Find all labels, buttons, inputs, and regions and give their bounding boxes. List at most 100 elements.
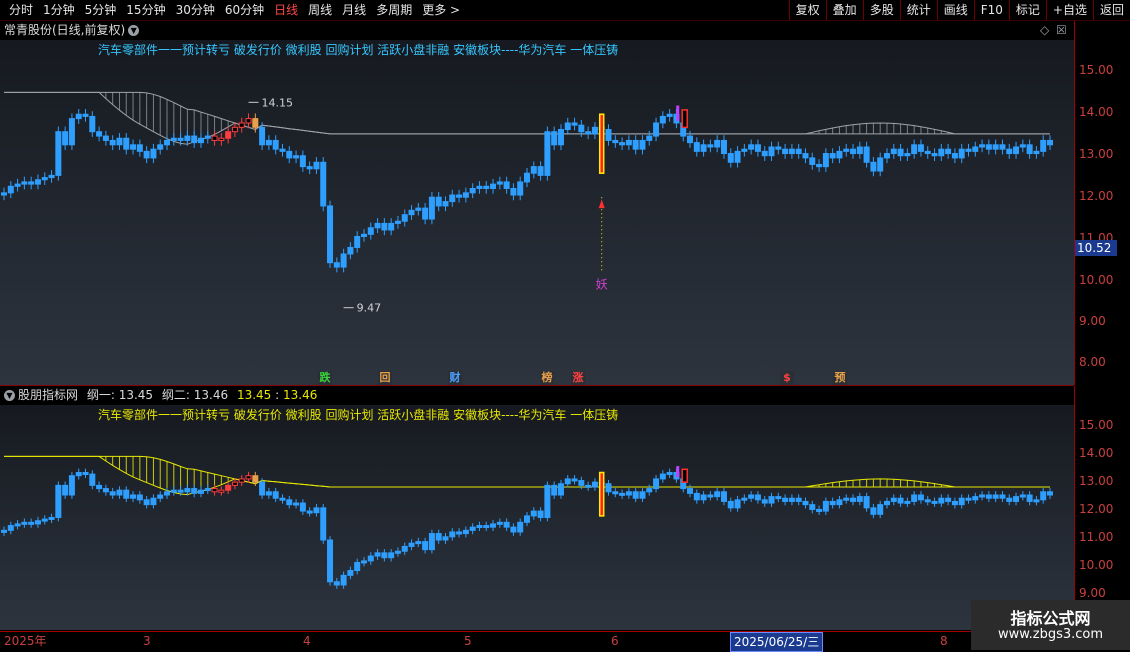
- candle-body: [530, 510, 537, 517]
- date-tick: 4: [303, 634, 311, 648]
- price-tick: 14.00: [1079, 105, 1114, 119]
- stock-title[interactable]: 常青股份(日线,前复权) ▼: [4, 21, 140, 39]
- date-tick: 8: [940, 634, 948, 648]
- period-tab-3[interactable]: 15分钟: [121, 0, 170, 20]
- candle-body: [503, 181, 510, 189]
- candle-body: [863, 146, 870, 163]
- action-button-4[interactable]: 画线: [936, 0, 974, 20]
- period-tab-9[interactable]: 多周期: [371, 0, 417, 20]
- candle-body: [130, 494, 137, 499]
- action-button-0[interactable]: 复权: [788, 0, 826, 20]
- candle-body: [191, 135, 198, 144]
- candle-body: [985, 144, 992, 150]
- close-icon[interactable]: ☒: [1056, 21, 1067, 39]
- crosshair-date: 2025/06/25/三: [730, 632, 824, 652]
- candle-body: [850, 148, 857, 155]
- candle-body: [945, 148, 952, 155]
- candle-body: [809, 157, 816, 165]
- candle-body: [707, 144, 714, 148]
- candle-body: [585, 131, 592, 135]
- candle-body: [1040, 139, 1047, 152]
- candle-body: [313, 161, 320, 170]
- up-arrow-icon: [598, 199, 605, 209]
- candle-body: [259, 481, 266, 496]
- candle-body: [34, 179, 41, 185]
- candle-body: [490, 523, 497, 528]
- candle-body: [408, 209, 415, 216]
- action-button-8[interactable]: 返回: [1092, 0, 1130, 20]
- event-badge[interactable]: 预: [833, 371, 847, 385]
- candle-body: [150, 148, 157, 159]
- event-badge[interactable]: 财: [448, 371, 462, 385]
- indicator-line2-label: 纲二: 13.46: [161, 388, 229, 402]
- candle-body: [1, 192, 7, 196]
- chevron-down-icon[interactable]: ▼: [4, 390, 15, 401]
- price-tick: 14.00: [1079, 446, 1114, 460]
- candle-body: [327, 539, 334, 583]
- action-button-2[interactable]: 多股: [862, 0, 900, 20]
- main-candlestick-chart[interactable]: 14.15 9.47 妖: [0, 40, 1074, 385]
- candle-body: [768, 146, 775, 157]
- pane-divider[interactable]: [0, 385, 1074, 386]
- event-badge[interactable]: 涨: [571, 371, 585, 385]
- period-tab-2[interactable]: 5分钟: [80, 0, 122, 20]
- diamond-icon[interactable]: ◇: [1040, 21, 1049, 39]
- candle-body: [965, 148, 972, 152]
- candle-body: [897, 148, 904, 157]
- candle-body: [388, 222, 395, 231]
- candle-body: [130, 144, 137, 150]
- event-badge[interactable]: 榜: [540, 371, 554, 385]
- candle-body: [1, 529, 7, 533]
- period-tab-7[interactable]: 周线: [303, 0, 337, 20]
- candle-body: [883, 153, 890, 159]
- candle-body: [510, 187, 517, 196]
- period-tab-4[interactable]: 30分钟: [171, 0, 220, 20]
- candle-body: [768, 496, 775, 504]
- candle-body: [972, 496, 979, 501]
- period-tab-0[interactable]: 分时: [4, 0, 38, 20]
- candle-body: [360, 560, 367, 564]
- candle-body: [347, 570, 354, 576]
- candle-body: [82, 113, 89, 117]
- period-tab-1[interactable]: 1分钟: [38, 0, 80, 20]
- candle-body: [870, 507, 877, 515]
- candle-body: [109, 139, 116, 146]
- candle-body: [544, 484, 551, 518]
- indicator-chart[interactable]: [0, 405, 1074, 630]
- period-tab-6[interactable]: 日线: [269, 0, 303, 20]
- candle-body: [136, 144, 143, 152]
- chevron-down-icon[interactable]: ▼: [128, 25, 140, 36]
- action-button-6[interactable]: 标记: [1008, 0, 1046, 20]
- lower-band-line: [4, 455, 1050, 496]
- candle-body: [632, 139, 639, 150]
- period-tab-5[interactable]: 60分钟: [220, 0, 269, 20]
- candle-body: [184, 488, 191, 493]
- watermark-url: www.zbgs3.com: [997, 627, 1104, 642]
- action-button-3[interactable]: 统计: [899, 0, 937, 20]
- period-tab-8[interactable]: 月线: [337, 0, 371, 20]
- candle-body: [75, 113, 82, 120]
- event-badge[interactable]: 回: [378, 371, 392, 385]
- candle-body: [591, 126, 598, 135]
- action-button-5[interactable]: F10: [973, 0, 1009, 20]
- candle-body: [116, 137, 123, 146]
- action-button-7[interactable]: +自选: [1045, 0, 1093, 20]
- candle-body: [449, 531, 456, 538]
- event-badge[interactable]: 跌: [318, 371, 332, 385]
- action-button-1[interactable]: 叠加: [825, 0, 863, 20]
- candle-body: [225, 484, 232, 491]
- candle-body: [374, 222, 381, 229]
- candle-body: [354, 562, 361, 572]
- candle-body: [1047, 139, 1053, 146]
- indicator-header: ▼ 股朋指标网 纲一: 13.45 纲二: 13.46 13.45 : 13.46: [0, 386, 1074, 404]
- concept-tags: 汽车零部件一一预计转亏 破发行价 微利股 回购计划 活跃小盘非融 安徽板块---…: [98, 43, 619, 57]
- candle-body: [890, 497, 897, 502]
- indicator-title[interactable]: ▼ 股朋指标网 纲一: 13.45 纲二: 13.46 13.45 : 13.46: [4, 386, 317, 404]
- candle-body: [197, 489, 204, 494]
- candle-body: [1019, 494, 1026, 498]
- candle-body: [890, 148, 897, 155]
- event-badge[interactable]: $: [780, 371, 794, 385]
- candle-body: [462, 192, 469, 198]
- candle-body: [625, 491, 632, 496]
- period-tab-10[interactable]: 更多 >: [417, 0, 465, 20]
